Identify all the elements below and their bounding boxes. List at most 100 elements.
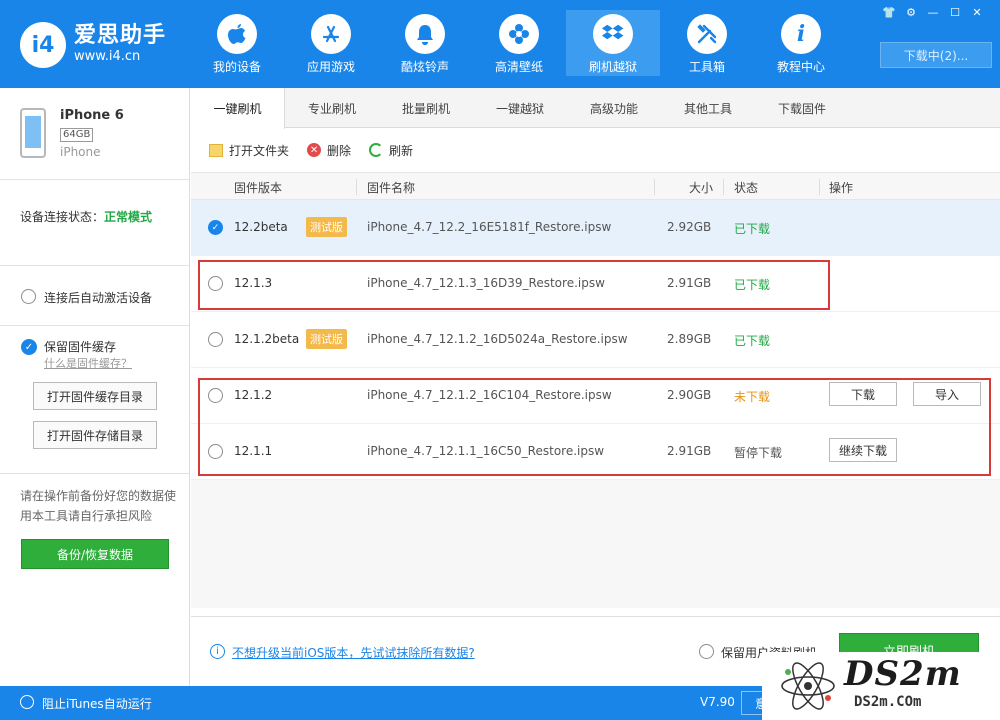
tab-one-click-jailbreak[interactable]: 一键越狱 [473,88,567,128]
open-store-dir-button[interactable]: 打开固件存储目录 [33,421,157,449]
download-button[interactable]: 下载 [829,382,897,406]
nav-toolbox[interactable]: 工具箱 [660,10,754,76]
connection-label: 设备连接状态： [20,210,105,224]
row-select-radio[interactable] [208,444,223,459]
firmware-status: 已下载 [734,334,771,348]
firmware-name: iPhone_4.7_12.2_16E5181f_Restore.ipsw [367,220,612,234]
logo-name: 爱思助手 [74,23,167,48]
import-button[interactable]: 导入 [913,382,981,406]
nav-my-device[interactable]: 我的设备 [190,10,284,76]
cache-help-link[interactable]: 什么是固件缓存？ [44,355,132,371]
top-bar: i4 爱思助手 www.i4.cn 我的设备 应用游戏 酷炫铃声 高清壁纸 刷机… [0,0,1000,88]
col-size[interactable]: 大小 [689,179,713,196]
watermark-subtext: DS2m.COm [854,694,922,710]
backup-restore-button[interactable]: 备份/恢复数据 [21,539,169,569]
col-version[interactable]: 固件版本 [234,179,282,196]
nav-label: 我的设备 [212,60,261,74]
logo-icon: i4 [20,22,66,68]
firmware-version: 12.2beta [234,220,288,234]
row-select-radio[interactable] [208,388,223,403]
col-status[interactable]: 状态 [734,179,758,196]
tab-download-firmware[interactable]: 下载固件 [755,88,849,128]
row-select-radio[interactable]: ✓ [208,220,223,235]
table-row[interactable]: 12.1.2 iPhone_4.7_12.1.2_16C104_Restore.… [191,368,1000,424]
shirt-icon[interactable]: 👕 [878,4,900,20]
nav-ringtones[interactable]: 酷炫铃声 [378,10,472,76]
app-logo: i4 爱思助手 www.i4.cn [20,22,166,68]
nav-wallpapers[interactable]: 高清壁纸 [472,10,566,76]
delete-button[interactable]: ✕ 删除 [307,142,351,159]
download-status-button[interactable]: 下载中(2)... [880,42,992,68]
nav-flash-jailbreak[interactable]: 刷机越狱 [566,10,660,76]
erase-data-link[interactable]: 不想升级当前iOS版本，先试试抹除所有数据? [232,644,475,661]
table-row[interactable]: 12.1.1 iPhone_4.7_12.1.1_16C50_Restore.i… [191,424,1000,480]
app-version: V7.90 [700,695,735,709]
tab-pro-flash[interactable]: 专业刷机 [285,88,379,128]
nav-tutorials[interactable]: i 教程中心 [754,10,848,76]
firmware-status: 已下载 [734,278,771,292]
beta-badge: 测试版 [306,329,347,349]
nav-label: 高清壁纸 [494,60,543,74]
table-row[interactable]: ✓ 12.2beta 测试版 iPhone_4.7_12.2_16E5181f_… [191,200,1000,256]
table-row[interactable]: 12.1.2beta 测试版 iPhone_4.7_12.1.2_16D5024… [191,312,1000,368]
minimize-icon[interactable]: — [922,4,944,20]
open-cache-dir-button[interactable]: 打开固件缓存目录 [33,382,157,410]
beta-badge: 测试版 [306,217,347,237]
connection-status: 设备连接状态：正常模式 [0,180,189,266]
nav-label: 刷机越狱 [588,60,637,74]
row-select-radio[interactable] [208,276,223,291]
nav-apps-games[interactable]: 应用游戏 [284,10,378,76]
block-itunes-radio[interactable] [20,695,34,709]
main-panel: 一键刷机 专业刷机 批量刷机 一键越狱 高级功能 其他工具 下载固件 打开文件夹… [191,88,1000,686]
firmware-name: iPhone_4.7_12.1.3_16D39_Restore.ipsw [367,276,605,290]
window-controls: 👕 ⚙ — ☐ ✕ [878,4,988,20]
refresh-icon [369,143,384,157]
toolbar: 打开文件夹 ✕ 删除 刷新 [191,128,1000,172]
auto-activate-label: 连接后自动激活设备 [44,291,153,305]
tab-other-tools[interactable]: 其他工具 [661,88,755,128]
appstore-icon [311,14,351,54]
row-select-radio[interactable] [208,332,223,347]
refresh-label: 刷新 [389,143,414,158]
flower-icon [499,14,539,54]
list-empty-area [191,480,1000,608]
watermark-text: DS2m [844,654,962,694]
firmware-name: iPhone_4.7_12.1.1_16C50_Restore.ipsw [367,444,605,458]
connection-mode: 正常模式 [104,210,153,224]
firmware-size: 2.90GB [667,388,712,402]
firmware-version: 12.1.2 [234,388,273,402]
keep-cache-label: 保留固件缓存 [44,340,117,354]
table-row[interactable]: 12.1.3 iPhone_4.7_12.1.3_16D39_Restore.i… [191,256,1000,312]
nav-label: 教程中心 [776,60,825,74]
firmware-size: 2.91GB [667,276,712,290]
info-icon: i [781,14,821,54]
dropbox-icon [593,14,633,54]
firmware-list: ✓ 12.2beta 测试版 iPhone_4.7_12.2_16E5181f_… [191,200,1000,480]
tab-advanced[interactable]: 高级功能 [567,88,661,128]
phone-icon [20,108,46,158]
delete-icon: ✕ [307,143,322,157]
maximize-icon[interactable]: ☐ [944,4,966,20]
backup-warning: 请在操作前备份好您的数据使用本工具请自行承担风险 备份/恢复数据 [0,474,189,594]
open-folder-button[interactable]: 打开文件夹 [209,142,289,159]
refresh-button[interactable]: 刷新 [369,142,413,159]
delete-label: 删除 [327,143,352,158]
keep-cache-checkbox[interactable]: ✓ [21,339,37,355]
main-nav: 我的设备 应用游戏 酷炫铃声 高清壁纸 刷机越狱 工具箱 i 教程中心 [190,10,848,76]
firmware-status: 暂停下载 [734,446,783,460]
resume-download-button[interactable]: 继续下载 [829,438,897,462]
watermark: DS2m DS2m.COm [762,652,1000,720]
apple-icon [217,14,257,54]
tab-batch-flash[interactable]: 批量刷机 [379,88,473,128]
tab-one-click-flash[interactable]: 一键刷机 [191,88,285,129]
firmware-version: 12.1.1 [234,444,273,458]
gear-icon[interactable]: ⚙ [900,4,922,20]
auto-activate-option[interactable]: 连接后自动激活设备 [0,266,189,326]
firmware-name: iPhone_4.7_12.1.2_16C104_Restore.ipsw [367,388,612,402]
keep-user-data-radio[interactable] [699,644,714,659]
auto-activate-radio[interactable] [21,289,36,304]
nav-label: 酷炫铃声 [400,60,449,74]
logo-url: www.i4.cn [74,49,141,64]
close-icon[interactable]: ✕ [966,4,988,20]
col-name[interactable]: 固件名称 [367,179,415,196]
